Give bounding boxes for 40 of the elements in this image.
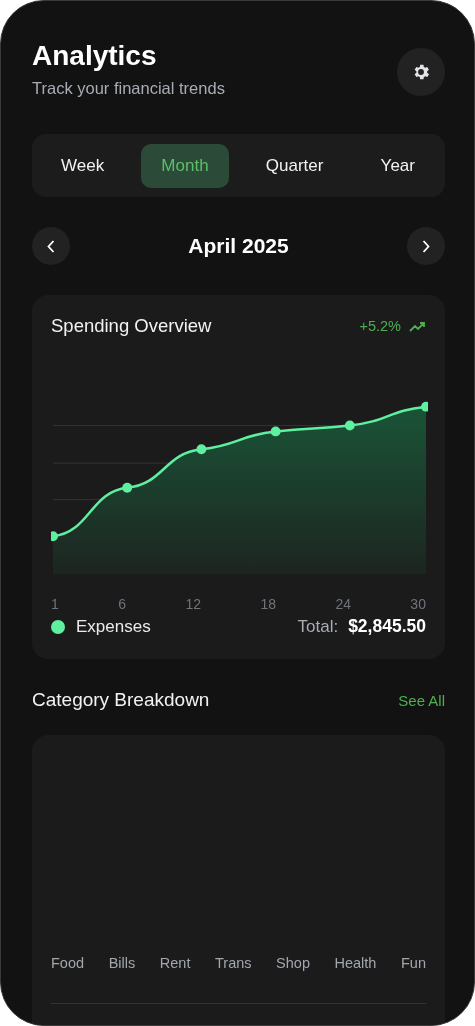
- axis-label: 12: [185, 596, 201, 612]
- legend-label: Expenses: [76, 616, 151, 637]
- category-label: Health: [334, 955, 377, 971]
- change-percent: +5.2%: [359, 318, 401, 334]
- data-point: [51, 531, 58, 542]
- axis-label: 1: [51, 596, 59, 612]
- data-point: [344, 420, 355, 431]
- axis-label: 6: [118, 596, 126, 612]
- see-all-link[interactable]: See All: [398, 691, 445, 709]
- data-point: [196, 444, 207, 455]
- legend-dot: [51, 619, 65, 634]
- data-point: [122, 482, 133, 493]
- page-title: Analytics: [32, 39, 158, 73]
- category-label: Shop: [276, 955, 310, 971]
- category-label: Fun: [401, 955, 426, 971]
- data-point: [270, 426, 281, 437]
- card-title: Spending Overview: [51, 315, 212, 337]
- total-value: $2,845.50: [348, 616, 426, 637]
- category-label: Food: [51, 955, 85, 971]
- month-label: April 2025: [188, 234, 289, 258]
- section-title: Category Breakdown: [32, 689, 210, 711]
- category-label: Bills: [108, 955, 136, 971]
- chevron-left-icon: [47, 239, 55, 253]
- page-subtitle: Track your financial trends: [32, 79, 225, 98]
- axis-label: 24: [335, 596, 351, 612]
- data-point: [421, 401, 428, 412]
- next-button[interactable]: [407, 227, 445, 265]
- period-tab[interactable]: Year: [360, 143, 435, 188]
- axis-label: 18: [260, 596, 276, 612]
- period-tab[interactable]: Month: [141, 143, 229, 188]
- trend-up-icon: [409, 320, 426, 332]
- category-label: Rent: [159, 955, 191, 971]
- axis-label: 30: [410, 596, 426, 612]
- category-label: Trans: [215, 955, 252, 971]
- period-tab[interactable]: Week: [41, 143, 125, 188]
- chevron-right-icon: [422, 239, 430, 253]
- previous-button[interactable]: [32, 227, 70, 265]
- total-label: Total:: [297, 617, 339, 637]
- settings-button[interactable]: [397, 48, 445, 96]
- period-tab[interactable]: Quarter: [245, 143, 344, 188]
